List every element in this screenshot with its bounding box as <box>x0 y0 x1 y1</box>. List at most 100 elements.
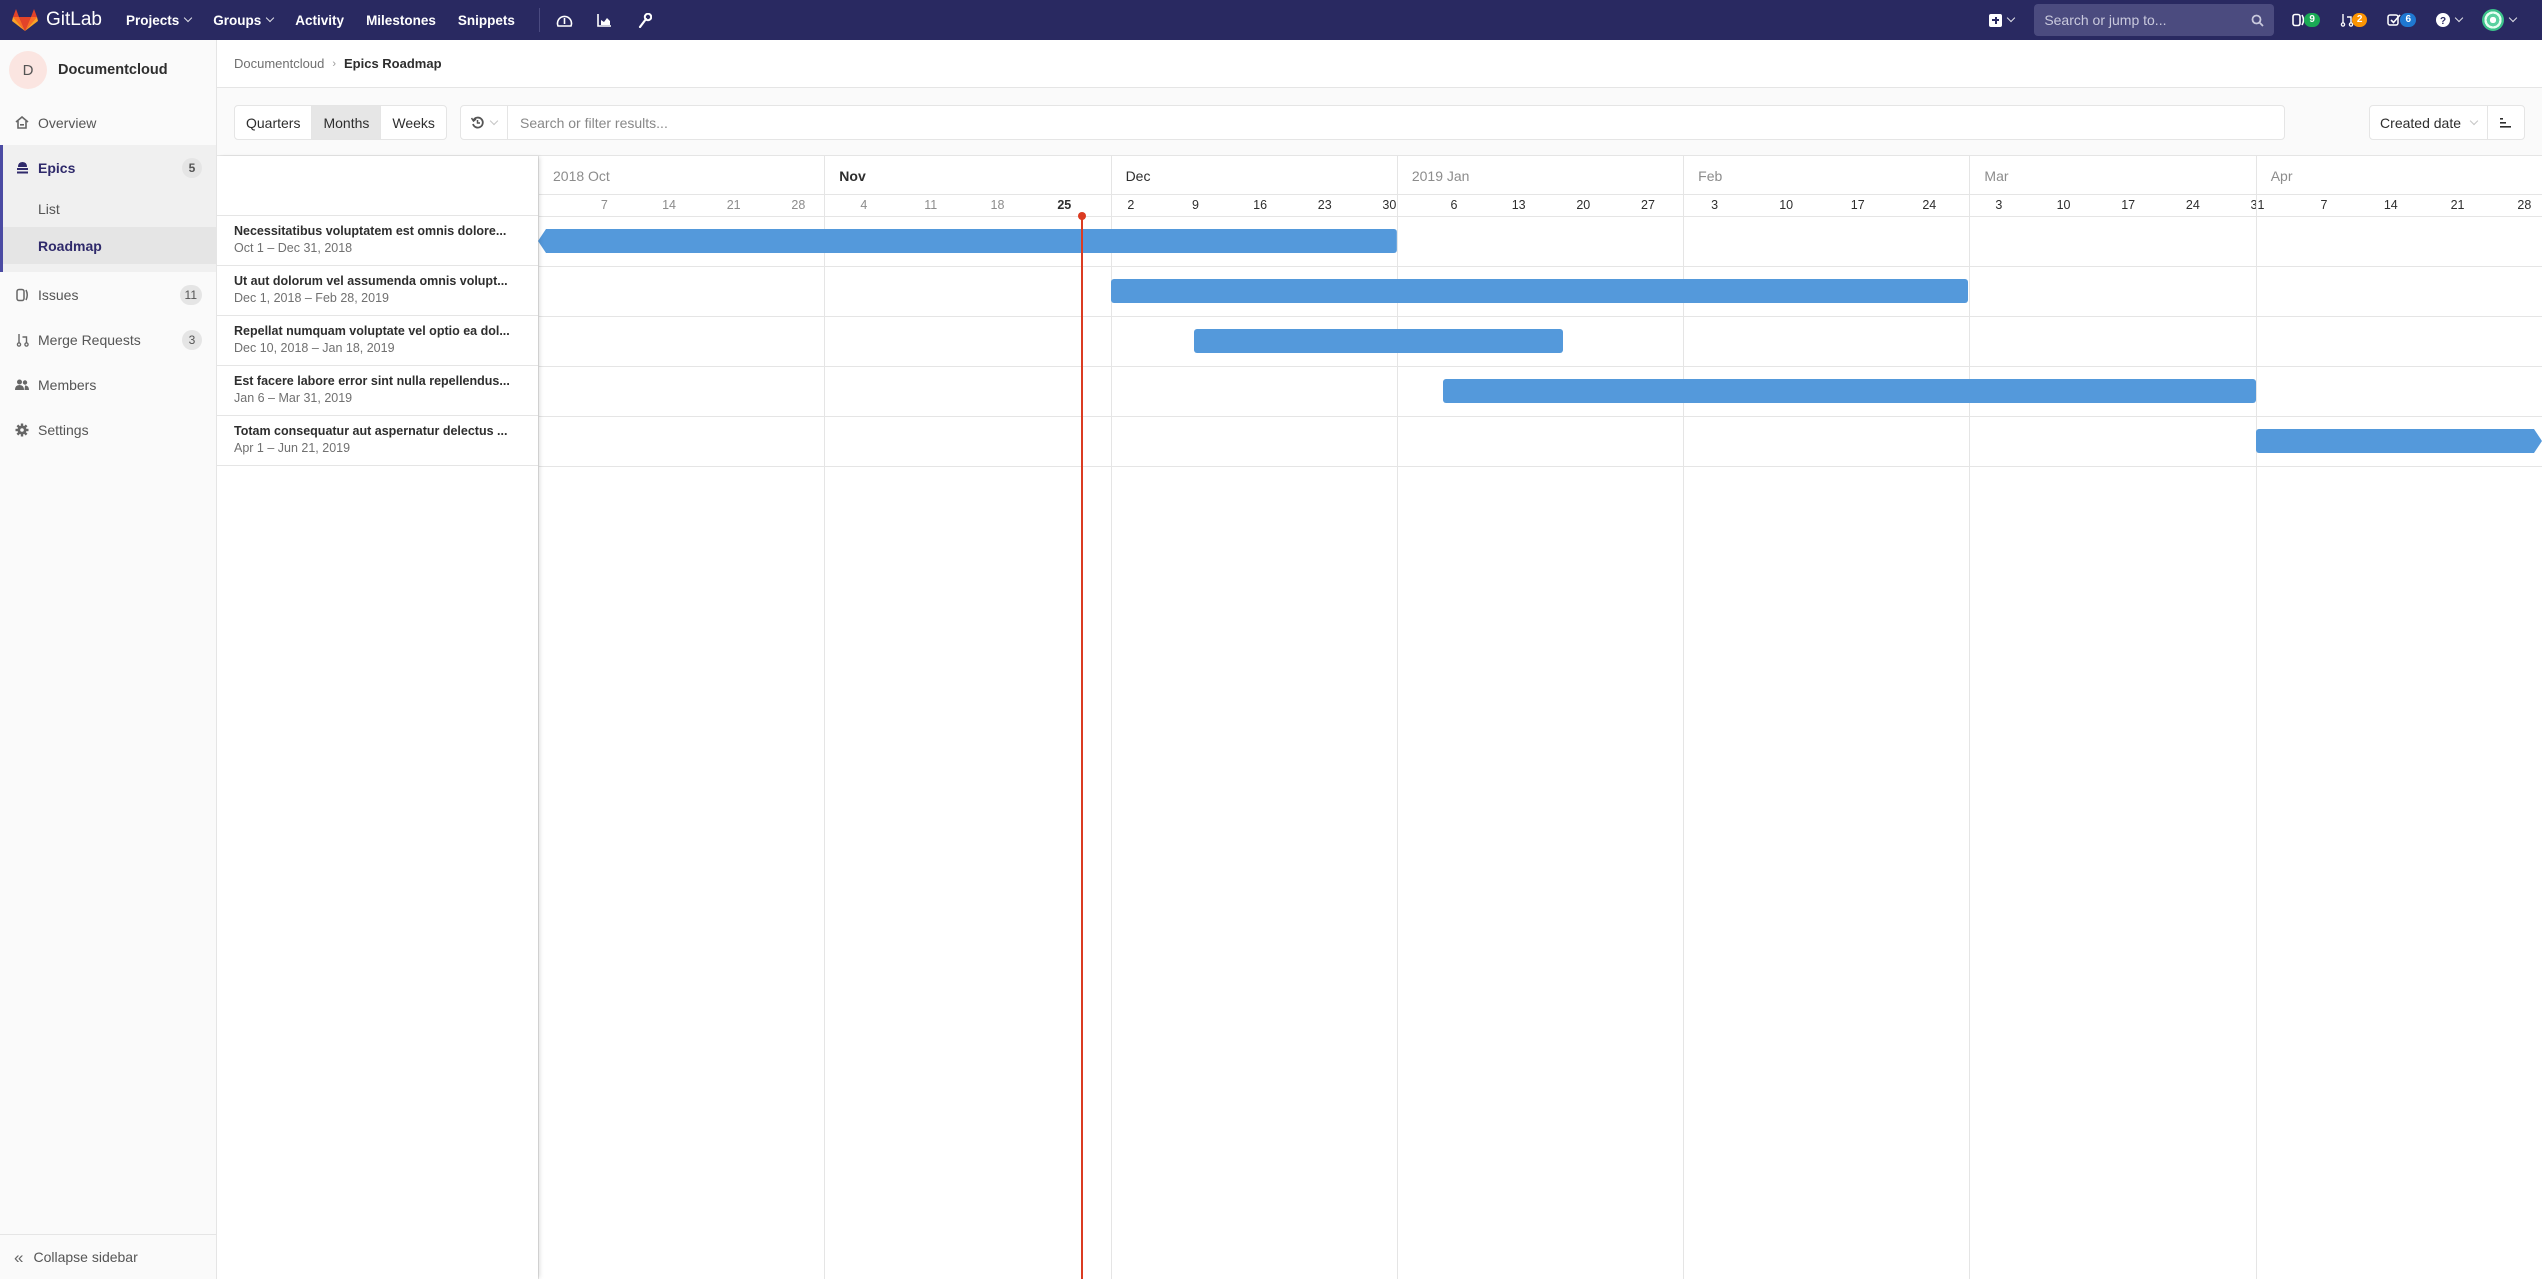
epic-row[interactable]: Est facere labore error sint nulla repel… <box>217 366 538 416</box>
month-column: Dec <box>1110 156 1397 1279</box>
epic-title[interactable]: Necessitatibus voluptatem est omnis dolo… <box>234 223 538 239</box>
day-label: 16 <box>1253 198 1268 212</box>
epic-icon <box>14 160 30 176</box>
day-label: 28 <box>791 198 806 212</box>
epic-row[interactable]: Repellat numquam voluptate vel optio ea … <box>217 316 538 366</box>
sort-direction-button[interactable] <box>2488 106 2524 139</box>
sidebar-subitem-roadmap[interactable]: Roadmap <box>3 227 216 264</box>
day-label: 10 <box>2056 198 2071 212</box>
issues-icon <box>14 287 30 303</box>
merge-requests-counter[interactable]: 2 <box>2340 13 2368 27</box>
row-divider <box>538 316 2542 317</box>
breadcrumb-parent[interactable]: Documentcloud <box>234 56 324 71</box>
day-label: 6 <box>1450 198 1458 212</box>
global-search-input[interactable]: Search or jump to... <box>2034 4 2275 36</box>
sidebar-item-issues[interactable]: Issues 11 <box>0 272 216 317</box>
epic-timeline-bar[interactable] <box>1443 379 2256 403</box>
chevron-down-icon <box>266 13 275 23</box>
search-icon <box>2251 14 2264 27</box>
tanuki-icon <box>12 9 38 31</box>
day-label: 14 <box>662 198 676 212</box>
epic-timeline-bar[interactable] <box>1110 279 1969 303</box>
sidebar-item-label: Members <box>38 376 97 393</box>
epic-timeline-bar[interactable] <box>1193 329 1564 353</box>
sidebar-item-merge-requests[interactable]: Merge Requests 3 <box>0 317 216 362</box>
day-label: 2 <box>1127 198 1135 212</box>
sidebar-item-label: Merge Requests <box>38 331 141 348</box>
collapse-sidebar-button[interactable]: « Collapse sidebar <box>0 1234 216 1279</box>
nav-divider <box>538 8 540 32</box>
day-label: 17 <box>2121 198 2136 212</box>
new-dropdown[interactable] <box>1989 13 2016 27</box>
nav-projects[interactable]: Projects <box>126 13 193 28</box>
recent-searches-dropdown[interactable] <box>461 106 508 139</box>
nav-links: Projects Groups Activity Milestones Snip… <box>126 8 674 32</box>
search-placeholder: Search or jump to... <box>2044 12 2167 28</box>
dashboard-icon[interactable] <box>554 9 576 31</box>
chart-icon[interactable] <box>594 9 616 31</box>
day-label: 20 <box>1576 198 1591 212</box>
epic-row[interactable]: Necessitatibus voluptatem est omnis dolo… <box>217 216 538 266</box>
preset-months-button[interactable]: Months <box>312 106 382 139</box>
epic-row[interactable]: Ut aut dolorum vel assumenda omnis volup… <box>217 266 538 316</box>
sort-controls: Created date <box>2369 105 2525 140</box>
epic-title[interactable]: Ut aut dolorum vel assumenda omnis volup… <box>234 273 538 289</box>
nav-snippets[interactable]: Snippets <box>458 13 515 28</box>
chevron-down-icon <box>2007 13 2016 23</box>
chevron-down-icon <box>184 13 193 23</box>
sidebar-item-epics[interactable]: Epics 5 <box>3 145 216 190</box>
user-menu[interactable] <box>2482 9 2518 31</box>
nav-snippets-label: Snippets <box>457 12 515 28</box>
epics-list: Necessitatibus voluptatem est omnis dolo… <box>217 216 538 466</box>
merge-request-icon <box>14 332 30 348</box>
todos-counter[interactable]: 6 <box>2387 13 2416 27</box>
preset-weeks-button[interactable]: Weeks <box>381 106 446 139</box>
timeline-header-bottom-border <box>538 216 2542 217</box>
day-label: 9 <box>1191 198 1199 212</box>
history-icon <box>471 116 484 129</box>
nav-groups[interactable]: Groups <box>213 13 275 28</box>
epic-dates: Apr 1 – Jun 21, 2019 <box>234 441 351 455</box>
day-label: 11 <box>924 198 938 212</box>
help-dropdown[interactable]: ? <box>2436 13 2464 27</box>
sidebar-subitem-list[interactable]: List <box>3 190 216 227</box>
chevron-down-icon <box>2508 13 2518 23</box>
day-label: 28 <box>2517 198 2532 212</box>
epics-list-header <box>217 156 538 216</box>
month-column: 2018 Oct <box>538 156 824 1279</box>
epic-title[interactable]: Repellat numquam voluptate vel optio ea … <box>234 323 538 339</box>
plus-square-icon <box>1989 13 2003 27</box>
group-name: Documentcloud <box>58 62 168 78</box>
sidebar-item-overview[interactable]: Overview <box>0 100 216 145</box>
sort-by-dropdown[interactable]: Created date <box>2370 106 2488 139</box>
month-column: Feb <box>1683 156 1969 1279</box>
sidebar-item-label: Settings <box>38 421 89 438</box>
sidebar-item-settings[interactable]: Settings <box>0 407 216 452</box>
nav-activity[interactable]: Activity <box>295 13 344 28</box>
breadcrumb-separator-icon: › <box>332 57 336 70</box>
row-divider <box>538 266 2542 267</box>
filter-search-input[interactable] <box>508 106 2284 139</box>
sidebar-item-members[interactable]: Members <box>0 362 216 407</box>
sidebar-group-epics: Epics 5 List Roadmap <box>0 145 216 272</box>
epic-row[interactable]: Totam consequatur aut aspernatur delectu… <box>217 416 538 466</box>
epic-timeline-bar[interactable] <box>538 229 1397 253</box>
wrench-icon[interactable] <box>634 9 656 31</box>
gitlab-logo[interactable]: GitLab <box>12 8 102 32</box>
epic-timeline-bar[interactable] <box>2256 429 2542 453</box>
filtered-search <box>460 105 2285 140</box>
day-label: 21 <box>2450 198 2465 212</box>
breadcrumb-current[interactable]: Epics Roadmap <box>344 56 442 71</box>
home-icon <box>14 115 30 131</box>
preset-quarters-button[interactable]: Quarters <box>235 106 313 139</box>
chevron-down-icon <box>489 116 499 125</box>
day-label: 21 <box>726 198 741 212</box>
row-divider <box>538 466 2542 467</box>
month-column: 2019 Jan <box>1396 156 1683 1279</box>
nav-milestones[interactable]: Milestones <box>366 13 436 28</box>
chevron-down-icon <box>2454 13 2464 23</box>
epic-title[interactable]: Est facere labore error sint nulla repel… <box>234 373 538 389</box>
group-context[interactable]: D Documentcloud <box>0 40 216 100</box>
issues-counter[interactable]: 9 <box>2292 13 2320 27</box>
epic-title[interactable]: Totam consequatur aut aspernatur delectu… <box>234 423 538 439</box>
